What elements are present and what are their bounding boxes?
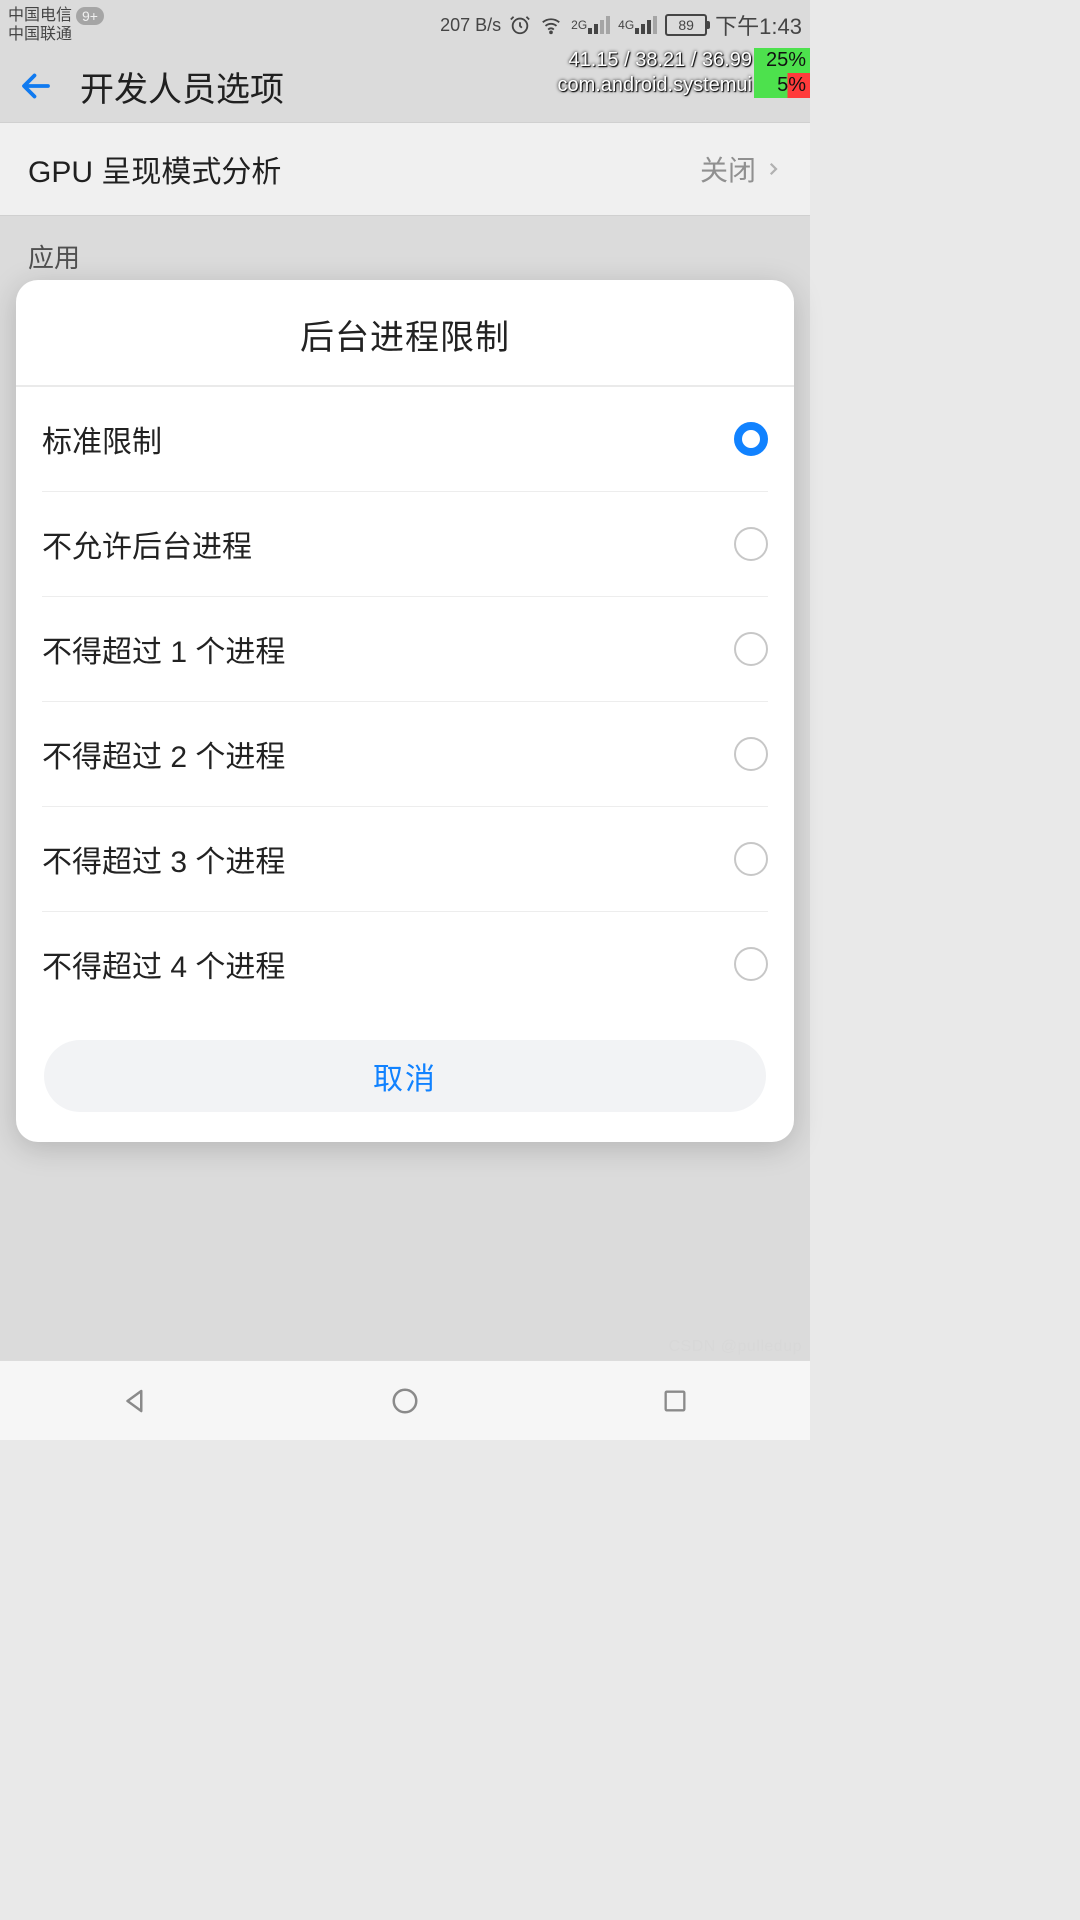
option-label: 标准限制 <box>42 417 162 461</box>
option-label: 不得超过 4 个进程 <box>42 942 285 986</box>
wifi-icon <box>539 14 563 36</box>
signal-2: 4G <box>618 16 657 34</box>
setting-label: GPU 呈现模式分析 <box>28 147 281 191</box>
nav-home-button[interactable] <box>386 1382 424 1420</box>
option-no-bg[interactable]: 不允许后台进程 <box>42 492 768 597</box>
dialog-background-process-limit: 后台进程限制 标准限制 不允许后台进程 不得超过 1 个进程 不得超过 2 个进… <box>16 280 794 1142</box>
status-bar: 中国电信 9+ 中国联通 207 B/s 2G 4G 89 下午1:43 <box>0 0 810 50</box>
battery-icon: 89 <box>665 14 707 36</box>
nav-back-button[interactable] <box>116 1382 154 1420</box>
app-header: 开发人员选项 <box>0 50 810 122</box>
dialog-title: 后台进程限制 <box>16 280 794 385</box>
watermark: CSDN @pulledup <box>668 1338 802 1356</box>
option-list: 标准限制 不允许后台进程 不得超过 1 个进程 不得超过 2 个进程 不得超过 … <box>16 387 794 1016</box>
radio-icon <box>734 947 768 981</box>
clock-time: 下午1:43 <box>715 9 802 41</box>
option-label: 不允许后台进程 <box>42 522 252 566</box>
radio-icon <box>734 632 768 666</box>
nav-recents-button[interactable] <box>656 1382 694 1420</box>
page-title: 开发人员选项 <box>80 62 284 111</box>
radio-selected-icon <box>734 422 768 456</box>
signal-1: 2G <box>571 16 610 34</box>
option-max-1[interactable]: 不得超过 1 个进程 <box>42 597 768 702</box>
carrier-1: 中国电信 <box>8 8 72 24</box>
option-max-3[interactable]: 不得超过 3 个进程 <box>42 807 768 912</box>
notification-count-badge: 9+ <box>76 7 104 25</box>
option-label: 不得超过 1 个进程 <box>42 627 285 671</box>
chevron-right-icon <box>764 155 782 183</box>
option-max-2[interactable]: 不得超过 2 个进程 <box>42 702 768 807</box>
net-speed: 207 B/s <box>440 15 501 36</box>
carrier-2: 中国联通 <box>8 27 104 43</box>
settings-content: GPU 呈现模式分析 关闭 应用 <box>0 122 810 297</box>
setting-value: 关闭 <box>700 149 756 189</box>
option-standard-limit[interactable]: 标准限制 <box>42 387 768 492</box>
alarm-icon <box>509 14 531 36</box>
radio-icon <box>734 842 768 876</box>
option-label: 不得超过 3 个进程 <box>42 837 285 881</box>
option-max-4[interactable]: 不得超过 4 个进程 <box>42 912 768 1016</box>
system-nav-bar <box>0 1360 810 1440</box>
setting-gpu-profiling[interactable]: GPU 呈现模式分析 关闭 <box>0 123 810 215</box>
radio-icon <box>734 527 768 561</box>
back-button[interactable] <box>12 62 60 110</box>
option-label: 不得超过 2 个进程 <box>42 732 285 776</box>
cancel-button[interactable]: 取消 <box>44 1040 766 1112</box>
radio-icon <box>734 737 768 771</box>
